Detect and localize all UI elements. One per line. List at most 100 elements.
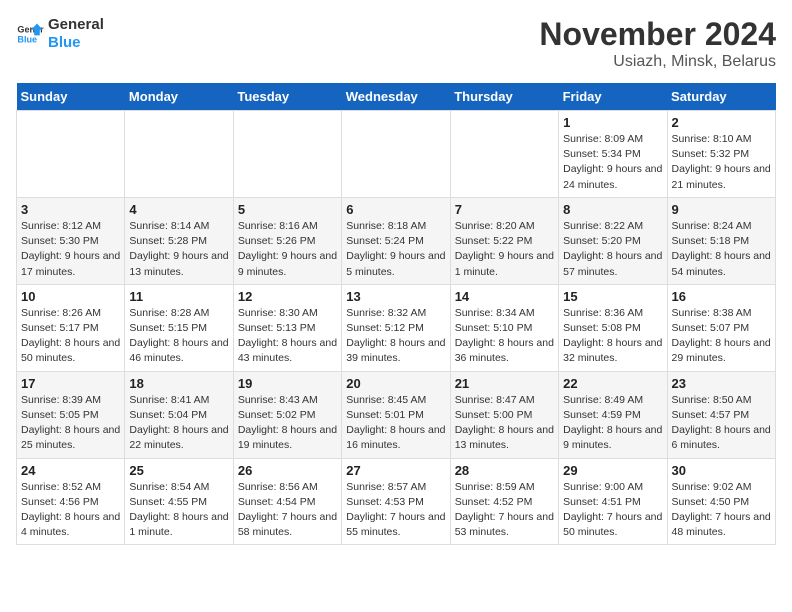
day-info: Sunrise: 8:50 AM Sunset: 4:57 PM Dayligh… <box>672 393 771 454</box>
day-info: Sunrise: 9:02 AM Sunset: 4:50 PM Dayligh… <box>672 480 771 541</box>
calendar-cell <box>125 111 233 198</box>
day-number: 9 <box>672 202 771 217</box>
calendar-cell <box>233 111 341 198</box>
calendar-cell <box>342 111 450 198</box>
day-number: 29 <box>563 463 662 478</box>
calendar-cell: 25 Sunrise: 8:54 AM Sunset: 4:55 PM Dayli… <box>125 458 233 545</box>
calendar-cell: 23 Sunrise: 8:50 AM Sunset: 4:57 PM Dayli… <box>667 371 775 458</box>
day-number: 16 <box>672 289 771 304</box>
day-info: Sunrise: 8:20 AM Sunset: 5:22 PM Dayligh… <box>455 219 554 280</box>
calendar-cell: 20 Sunrise: 8:45 AM Sunset: 5:01 PM Dayli… <box>342 371 450 458</box>
calendar-cell: 17 Sunrise: 8:39 AM Sunset: 5:05 PM Dayli… <box>17 371 125 458</box>
day-number: 17 <box>21 376 120 391</box>
day-number: 26 <box>238 463 337 478</box>
day-info: Sunrise: 8:28 AM Sunset: 5:15 PM Dayligh… <box>129 306 228 367</box>
day-number: 4 <box>129 202 228 217</box>
day-info: Sunrise: 8:10 AM Sunset: 5:32 PM Dayligh… <box>672 132 771 193</box>
day-number: 10 <box>21 289 120 304</box>
calendar-cell: 18 Sunrise: 8:41 AM Sunset: 5:04 PM Dayli… <box>125 371 233 458</box>
day-info: Sunrise: 8:39 AM Sunset: 5:05 PM Dayligh… <box>21 393 120 454</box>
calendar-cell: 13 Sunrise: 8:32 AM Sunset: 5:12 PM Dayli… <box>342 284 450 371</box>
calendar-cell: 22Sunrise: 8:49 AM Sunset: 4:59 PM Dayli… <box>559 371 667 458</box>
day-number: 7 <box>455 202 554 217</box>
calendar-week-row: 24 Sunrise: 8:52 AM Sunset: 4:56 PM Dayli… <box>17 458 776 545</box>
calendar-cell: 6 Sunrise: 8:18 AM Sunset: 5:24 PM Daylig… <box>342 197 450 284</box>
day-of-week-header: Saturday <box>667 83 775 111</box>
day-info: Sunrise: 8:59 AM Sunset: 4:52 PM Dayligh… <box>455 480 554 541</box>
day-of-week-header: Thursday <box>450 83 558 111</box>
calendar-cell: 16 Sunrise: 8:38 AM Sunset: 5:07 PM Dayli… <box>667 284 775 371</box>
day-info: Sunrise: 8:38 AM Sunset: 5:07 PM Dayligh… <box>672 306 771 367</box>
day-number: 11 <box>129 289 228 304</box>
logo-icon: General Blue <box>16 20 44 48</box>
day-info: Sunrise: 8:18 AM Sunset: 5:24 PM Dayligh… <box>346 219 445 280</box>
page-subtitle: Usiazh, Minsk, Belarus <box>539 53 776 71</box>
day-number: 20 <box>346 376 445 391</box>
day-info: Sunrise: 8:43 AM Sunset: 5:02 PM Dayligh… <box>238 393 337 454</box>
day-number: 15 <box>563 289 662 304</box>
calendar-cell: 4 Sunrise: 8:14 AM Sunset: 5:28 PM Daylig… <box>125 197 233 284</box>
calendar-cell: 5 Sunrise: 8:16 AM Sunset: 5:26 PM Daylig… <box>233 197 341 284</box>
day-number: 8 <box>563 202 662 217</box>
day-info: Sunrise: 8:57 AM Sunset: 4:53 PM Dayligh… <box>346 480 445 541</box>
day-of-week-header: Tuesday <box>233 83 341 111</box>
logo-line1: General <box>48 16 104 34</box>
day-info: Sunrise: 8:45 AM Sunset: 5:01 PM Dayligh… <box>346 393 445 454</box>
day-number: 6 <box>346 202 445 217</box>
calendar-cell <box>17 111 125 198</box>
day-info: Sunrise: 8:54 AM Sunset: 4:55 PM Dayligh… <box>129 480 228 541</box>
calendar-cell: 19 Sunrise: 8:43 AM Sunset: 5:02 PM Dayli… <box>233 371 341 458</box>
logo-line2: Blue <box>48 34 104 52</box>
day-number: 25 <box>129 463 228 478</box>
day-info: Sunrise: 8:49 AM Sunset: 4:59 PM Dayligh… <box>563 393 662 454</box>
day-of-week-header: Wednesday <box>342 83 450 111</box>
day-of-week-header: Monday <box>125 83 233 111</box>
day-number: 3 <box>21 202 120 217</box>
day-number: 24 <box>21 463 120 478</box>
calendar-cell: 3 Sunrise: 8:12 AM Sunset: 5:30 PM Daylig… <box>17 197 125 284</box>
day-number: 18 <box>129 376 228 391</box>
day-info: Sunrise: 8:30 AM Sunset: 5:13 PM Dayligh… <box>238 306 337 367</box>
calendar-cell: 9 Sunrise: 8:24 AM Sunset: 5:18 PM Daylig… <box>667 197 775 284</box>
day-of-week-header: Sunday <box>17 83 125 111</box>
calendar-cell: 11 Sunrise: 8:28 AM Sunset: 5:15 PM Dayli… <box>125 284 233 371</box>
day-info: Sunrise: 8:41 AM Sunset: 5:04 PM Dayligh… <box>129 393 228 454</box>
day-number: 1 <box>563 115 662 130</box>
calendar-cell: 7 Sunrise: 8:20 AM Sunset: 5:22 PM Daylig… <box>450 197 558 284</box>
day-info: Sunrise: 8:14 AM Sunset: 5:28 PM Dayligh… <box>129 219 228 280</box>
calendar-header-row: SundayMondayTuesdayWednesdayThursdayFrid… <box>17 83 776 111</box>
day-info: Sunrise: 8:12 AM Sunset: 5:30 PM Dayligh… <box>21 219 120 280</box>
day-info: Sunrise: 8:34 AM Sunset: 5:10 PM Dayligh… <box>455 306 554 367</box>
day-info: Sunrise: 8:16 AM Sunset: 5:26 PM Dayligh… <box>238 219 337 280</box>
day-number: 2 <box>672 115 771 130</box>
day-info: Sunrise: 8:22 AM Sunset: 5:20 PM Dayligh… <box>563 219 662 280</box>
day-number: 13 <box>346 289 445 304</box>
calendar-cell: 24 Sunrise: 8:52 AM Sunset: 4:56 PM Dayli… <box>17 458 125 545</box>
day-number: 21 <box>455 376 554 391</box>
calendar-cell: 1 Sunrise: 8:09 AM Sunset: 5:34 PM Daylig… <box>559 111 667 198</box>
day-info: Sunrise: 8:47 AM Sunset: 5:00 PM Dayligh… <box>455 393 554 454</box>
calendar-week-row: 17 Sunrise: 8:39 AM Sunset: 5:05 PM Dayli… <box>17 371 776 458</box>
calendar-table: SundayMondayTuesdayWednesdayThursdayFrid… <box>16 83 776 545</box>
calendar-cell: 10Sunrise: 8:26 AM Sunset: 5:17 PM Dayli… <box>17 284 125 371</box>
day-info: Sunrise: 9:00 AM Sunset: 4:51 PM Dayligh… <box>563 480 662 541</box>
calendar-cell: 8 Sunrise: 8:22 AM Sunset: 5:20 PM Daylig… <box>559 197 667 284</box>
day-number: 23 <box>672 376 771 391</box>
day-number: 12 <box>238 289 337 304</box>
calendar-cell: 28Sunrise: 8:59 AM Sunset: 4:52 PM Dayli… <box>450 458 558 545</box>
day-info: Sunrise: 8:52 AM Sunset: 4:56 PM Dayligh… <box>21 480 120 541</box>
calendar-cell: 12 Sunrise: 8:30 AM Sunset: 5:13 PM Dayli… <box>233 284 341 371</box>
day-number: 19 <box>238 376 337 391</box>
calendar-week-row: 3 Sunrise: 8:12 AM Sunset: 5:30 PM Daylig… <box>17 197 776 284</box>
day-number: 30 <box>672 463 771 478</box>
day-number: 5 <box>238 202 337 217</box>
svg-text:Blue: Blue <box>17 34 37 44</box>
day-info: Sunrise: 8:32 AM Sunset: 5:12 PM Dayligh… <box>346 306 445 367</box>
day-number: 14 <box>455 289 554 304</box>
calendar-cell <box>450 111 558 198</box>
calendar-cell: 14 Sunrise: 8:34 AM Sunset: 5:10 PM Dayli… <box>450 284 558 371</box>
calendar-cell: 2 Sunrise: 8:10 AM Sunset: 5:32 PM Daylig… <box>667 111 775 198</box>
day-info: Sunrise: 8:09 AM Sunset: 5:34 PM Dayligh… <box>563 132 662 193</box>
day-info: Sunrise: 8:24 AM Sunset: 5:18 PM Dayligh… <box>672 219 771 280</box>
calendar-cell: 27Sunrise: 8:57 AM Sunset: 4:53 PM Dayli… <box>342 458 450 545</box>
